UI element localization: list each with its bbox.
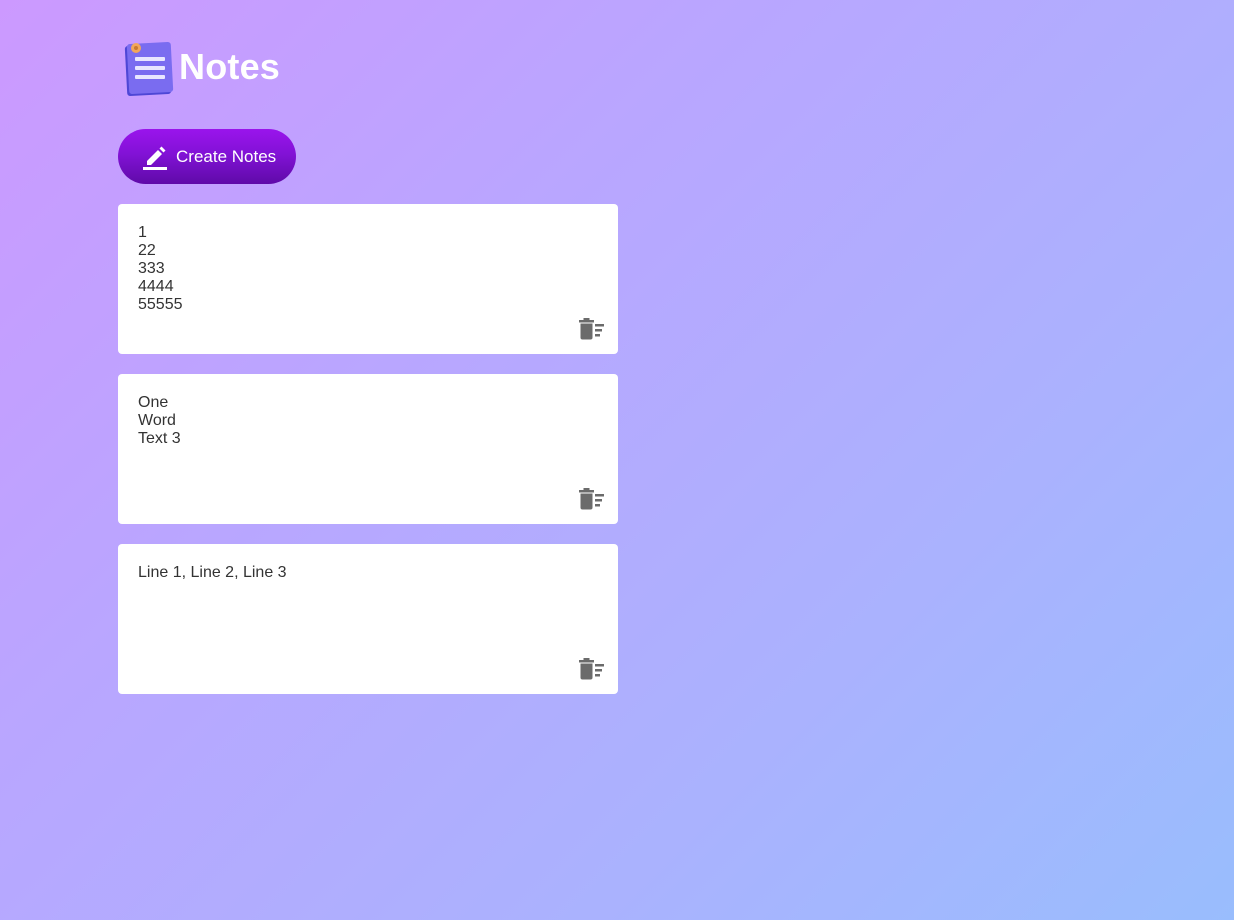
trash-sweep-icon[interactable] — [578, 318, 604, 340]
note-card[interactable]: Line 1, Line 2, Line 3 — [118, 544, 618, 694]
note-card[interactable]: 1 22 333 4444 55555 — [118, 204, 618, 354]
note-card[interactable]: One Word Text 3 — [118, 374, 618, 524]
app-title: Notes — [179, 46, 281, 87]
notes-list: 1 22 333 4444 55555 One Word Text 3 Line… — [118, 204, 618, 714]
trash-sweep-icon[interactable] — [578, 488, 604, 510]
note-text[interactable]: 1 22 333 4444 55555 — [138, 224, 598, 314]
pencil-icon — [142, 144, 168, 170]
notepad-icon — [122, 39, 174, 99]
note-text[interactable]: Line 1, Line 2, Line 3 — [138, 564, 598, 582]
app-header: Notes — [122, 38, 280, 100]
create-notes-label: Create Notes — [176, 146, 277, 166]
trash-sweep-icon[interactable] — [578, 658, 604, 680]
note-text[interactable]: One Word Text 3 — [138, 394, 598, 448]
create-notes-button[interactable]: Create Notes — [118, 129, 296, 184]
